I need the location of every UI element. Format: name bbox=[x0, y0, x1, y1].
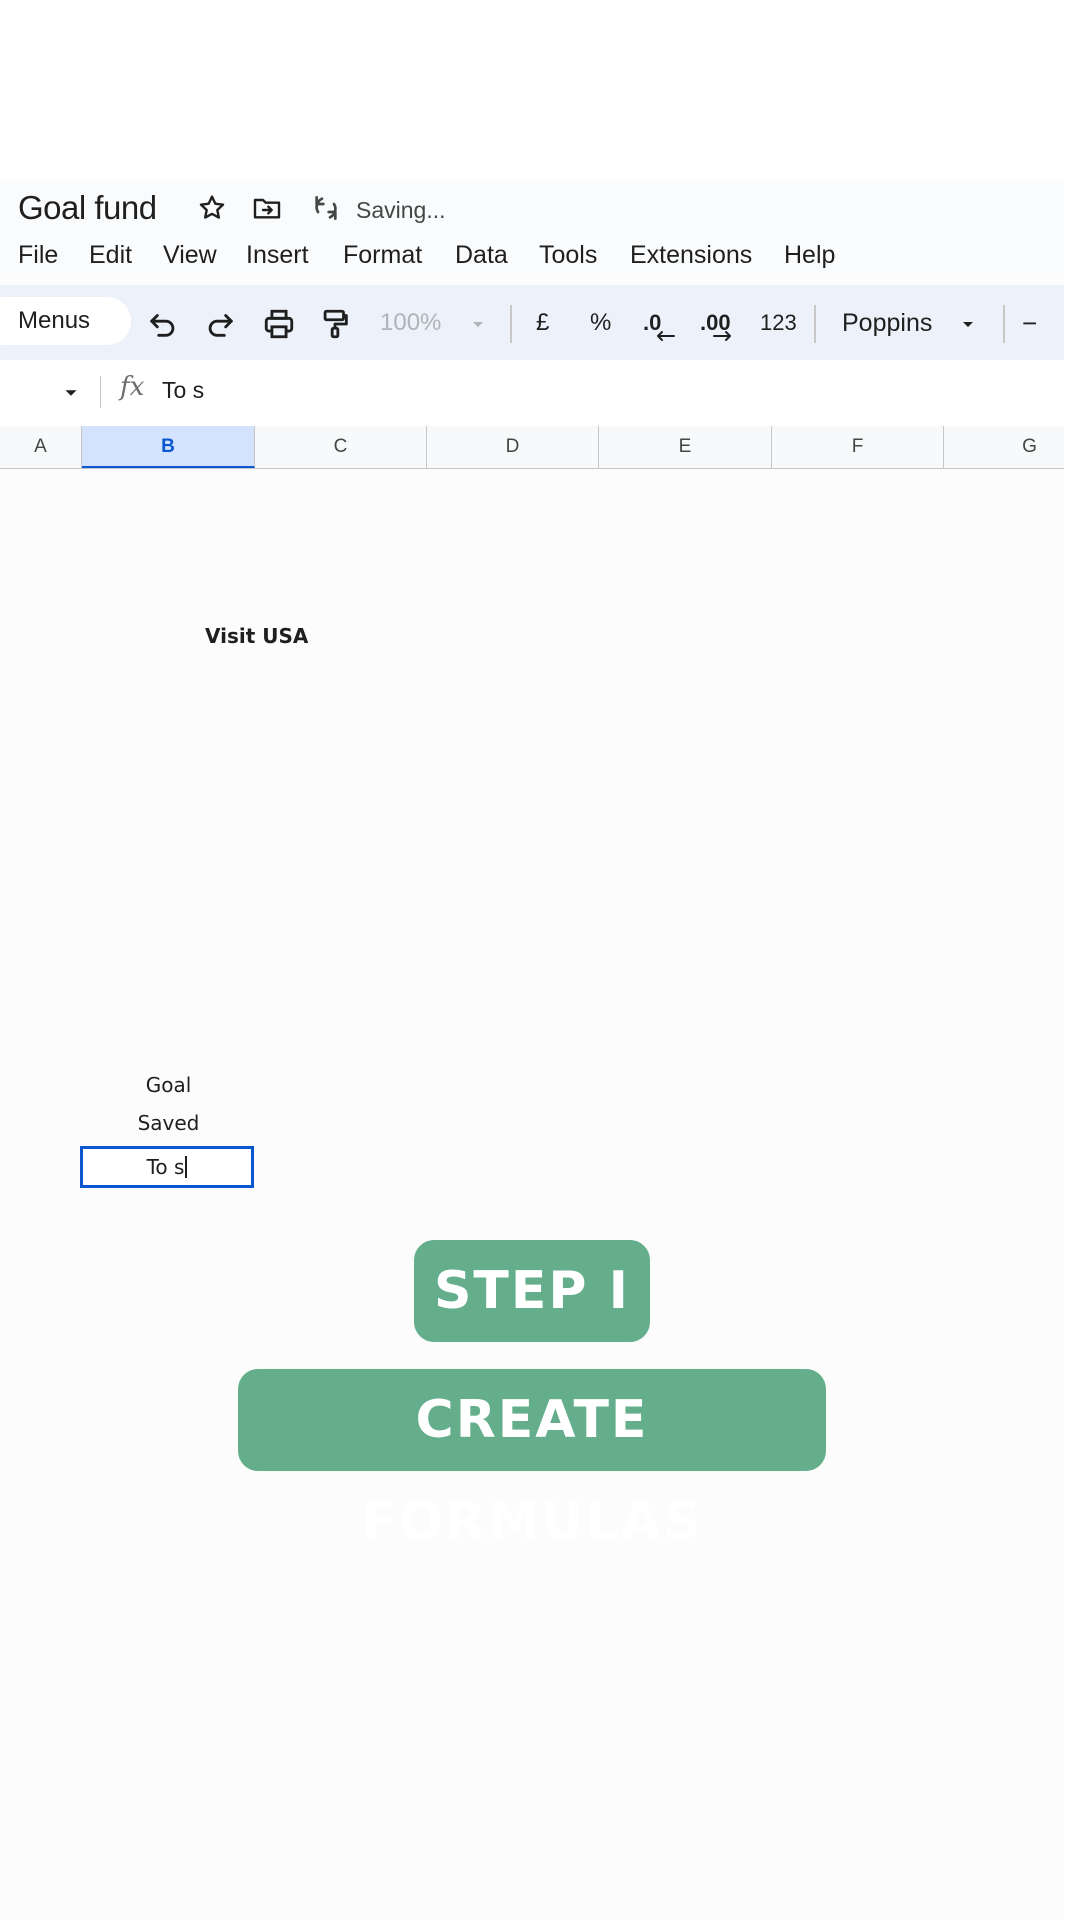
cell-saved-label[interactable]: Saved bbox=[82, 1109, 255, 1137]
menu-view[interactable]: View bbox=[163, 240, 217, 270]
arrow-right-icon bbox=[713, 331, 731, 341]
toolbar: Menus 100% £ % .0 .00 123 Poppins − bbox=[0, 285, 1064, 360]
column-header-c[interactable]: C bbox=[255, 426, 427, 468]
menu-tools[interactable]: Tools bbox=[539, 240, 597, 270]
menu-file[interactable]: File bbox=[18, 240, 58, 270]
active-cell-editor[interactable]: To s bbox=[80, 1146, 254, 1188]
print-icon[interactable] bbox=[262, 307, 296, 341]
zoom-dropdown-icon[interactable] bbox=[466, 307, 490, 341]
column-header-g[interactable]: G bbox=[944, 426, 1064, 468]
sync-icon bbox=[315, 196, 337, 220]
sheets-app: Goal fund Saving... File Edit View Inser… bbox=[0, 180, 1064, 1920]
menu-edit[interactable]: Edit bbox=[89, 240, 132, 270]
font-dropdown-icon[interactable] bbox=[956, 307, 980, 341]
step-caption: STEP I bbox=[414, 1240, 650, 1342]
percent-format-button[interactable]: % bbox=[590, 307, 611, 339]
menu-help[interactable]: Help bbox=[784, 240, 835, 270]
menu-bar: File Edit View Insert Format Data Tools … bbox=[0, 232, 1064, 278]
toolbar-divider bbox=[814, 305, 816, 343]
active-cell-text: To s bbox=[83, 1149, 251, 1185]
column-header-d[interactable]: D bbox=[427, 426, 599, 468]
column-header-e[interactable]: E bbox=[599, 426, 772, 468]
column-header-f[interactable]: F bbox=[772, 426, 944, 468]
search-menus-button[interactable]: Menus bbox=[0, 297, 131, 345]
arrow-left-icon bbox=[657, 331, 675, 341]
number-format-button[interactable]: 123 bbox=[760, 307, 797, 339]
undo-icon[interactable] bbox=[146, 307, 180, 341]
cell-title[interactable]: Visit USA bbox=[205, 622, 308, 650]
column-header-row: A B C D E F G bbox=[0, 426, 1064, 469]
star-icon[interactable] bbox=[196, 192, 228, 224]
active-cell-value: To s bbox=[146, 1155, 185, 1179]
currency-format-button[interactable]: £ bbox=[536, 307, 549, 339]
menu-format[interactable]: Format bbox=[343, 240, 422, 270]
menus-label: Menus bbox=[18, 307, 91, 334]
column-header-a[interactable]: A bbox=[0, 426, 82, 468]
redo-icon[interactable] bbox=[203, 307, 237, 341]
font-select[interactable]: Poppins bbox=[842, 307, 932, 339]
formula-bar: fx To s bbox=[0, 360, 1064, 427]
menu-data[interactable]: Data bbox=[455, 240, 508, 270]
cell-goal-label[interactable]: Goal bbox=[82, 1071, 255, 1099]
formula-divider bbox=[100, 376, 101, 408]
title-bar: Goal fund Saving... bbox=[0, 180, 1064, 232]
toolbar-divider bbox=[1003, 305, 1005, 343]
move-folder-icon[interactable] bbox=[251, 192, 283, 224]
fx-icon: fx bbox=[120, 372, 145, 402]
menu-insert[interactable]: Insert bbox=[246, 240, 309, 270]
formula-input[interactable]: To s bbox=[162, 376, 204, 404]
decrease-font-size-button[interactable]: − bbox=[1022, 307, 1037, 339]
create-formulas-caption: CREATE FORMULAS bbox=[238, 1369, 826, 1552]
column-header-b[interactable]: B bbox=[82, 426, 255, 468]
menu-extensions[interactable]: Extensions bbox=[630, 240, 752, 270]
paint-format-icon[interactable] bbox=[318, 307, 352, 341]
document-title[interactable]: Goal fund bbox=[18, 188, 157, 228]
toolbar-divider bbox=[510, 305, 512, 343]
name-box-dropdown-icon[interactable] bbox=[60, 382, 82, 404]
text-caret bbox=[185, 1156, 188, 1178]
zoom-select[interactable]: 100% bbox=[380, 307, 441, 339]
save-status: Saving... bbox=[356, 197, 446, 223]
